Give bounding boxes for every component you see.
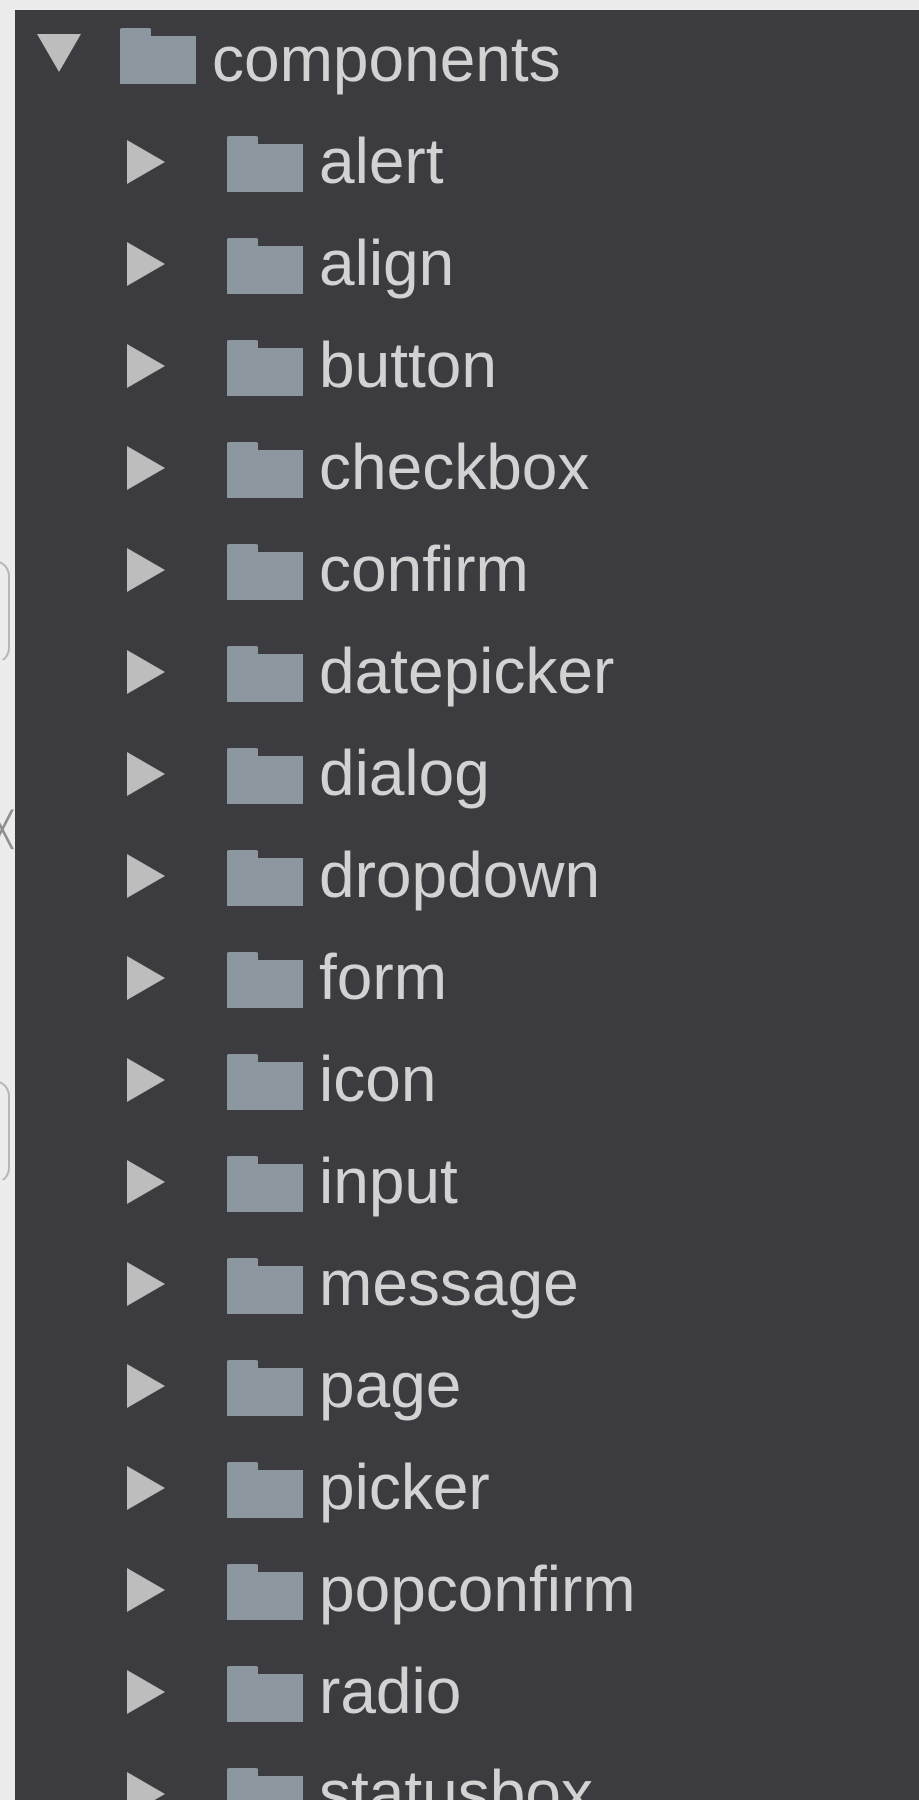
tree-item-label: picker bbox=[319, 1451, 490, 1523]
tree-item-confirm[interactable]: confirm bbox=[15, 520, 919, 622]
folder-icon bbox=[227, 136, 303, 192]
collapse-arrow-right-icon[interactable] bbox=[127, 242, 165, 286]
folder-icon bbox=[227, 544, 303, 600]
expand-arrow-down-icon[interactable] bbox=[37, 34, 81, 72]
left-edge-artifact: ╳ bbox=[0, 805, 15, 905]
collapse-arrow-right-icon[interactable] bbox=[127, 1670, 165, 1714]
tree-item-form[interactable]: form bbox=[15, 928, 919, 1030]
tree-item-dropdown[interactable]: dropdown bbox=[15, 826, 919, 928]
tree-item-button[interactable]: button bbox=[15, 316, 919, 418]
collapse-arrow-right-icon[interactable] bbox=[127, 446, 165, 490]
tree-item-label: dialog bbox=[319, 737, 490, 809]
left-edge-strip: ╳ bbox=[0, 0, 15, 1800]
tree-root-components[interactable]: components bbox=[15, 10, 919, 112]
left-edge-glyph: ╳ bbox=[0, 810, 13, 850]
folder-icon bbox=[227, 1258, 303, 1314]
tree-root-label: components bbox=[212, 23, 561, 95]
file-tree-screenshot: ╳ components alert align button checkbox con… bbox=[0, 0, 919, 1800]
tree-item-dialog[interactable]: dialog bbox=[15, 724, 919, 826]
tree-item-picker[interactable]: picker bbox=[15, 1438, 919, 1540]
folder-icon bbox=[227, 850, 303, 906]
collapse-arrow-right-icon[interactable] bbox=[127, 344, 165, 388]
folder-icon bbox=[227, 238, 303, 294]
project-file-tree: components alert align button checkbox confi… bbox=[15, 10, 919, 1800]
tree-item-label: page bbox=[319, 1349, 462, 1421]
collapse-arrow-right-icon[interactable] bbox=[127, 548, 165, 592]
folder-icon bbox=[227, 646, 303, 702]
left-edge-arc bbox=[0, 560, 10, 660]
tree-item-page[interactable]: page bbox=[15, 1336, 919, 1438]
left-edge-arc bbox=[0, 1080, 10, 1180]
collapse-arrow-right-icon[interactable] bbox=[127, 854, 165, 898]
tree-item-label: datepicker bbox=[319, 635, 615, 707]
tree-item-label: button bbox=[319, 329, 497, 401]
folder-icon bbox=[227, 1666, 303, 1722]
left-edge-artifact bbox=[0, 560, 15, 660]
tree-item-statusbox[interactable]: statusbox bbox=[15, 1744, 919, 1800]
collapse-arrow-right-icon[interactable] bbox=[127, 752, 165, 796]
tree-item-radio[interactable]: radio bbox=[15, 1642, 919, 1744]
tree-item-label: align bbox=[319, 227, 455, 299]
collapse-arrow-right-icon[interactable] bbox=[127, 1772, 165, 1800]
tree-item-label: alert bbox=[319, 125, 444, 197]
tree-item-label: icon bbox=[319, 1043, 437, 1115]
collapse-arrow-right-icon[interactable] bbox=[127, 956, 165, 1000]
tree-item-label: popconfirm bbox=[319, 1553, 636, 1625]
folder-icon bbox=[227, 952, 303, 1008]
tree-item-icon[interactable]: icon bbox=[15, 1030, 919, 1132]
tree-item-label: statusbox bbox=[319, 1757, 593, 1800]
collapse-arrow-right-icon[interactable] bbox=[127, 650, 165, 694]
folder-icon bbox=[227, 748, 303, 804]
collapse-arrow-right-icon[interactable] bbox=[127, 1262, 165, 1306]
tree-item-label: dropdown bbox=[319, 839, 601, 911]
tree-item-input[interactable]: input bbox=[15, 1132, 919, 1234]
tree-item-align[interactable]: align bbox=[15, 214, 919, 316]
tree-item-message[interactable]: message bbox=[15, 1234, 919, 1336]
collapse-arrow-right-icon[interactable] bbox=[127, 1364, 165, 1408]
tree-item-label: radio bbox=[319, 1655, 462, 1727]
folder-icon bbox=[227, 1768, 303, 1800]
folder-icon bbox=[227, 1564, 303, 1620]
tree-item-popconfirm[interactable]: popconfirm bbox=[15, 1540, 919, 1642]
collapse-arrow-right-icon[interactable] bbox=[127, 1058, 165, 1102]
tree-item-label: confirm bbox=[319, 533, 529, 605]
collapse-arrow-right-icon[interactable] bbox=[127, 140, 165, 184]
folder-icon bbox=[227, 1156, 303, 1212]
folder-icon bbox=[227, 1462, 303, 1518]
collapse-arrow-right-icon[interactable] bbox=[127, 1160, 165, 1204]
folder-icon bbox=[120, 28, 196, 84]
tree-item-checkbox[interactable]: checkbox bbox=[15, 418, 919, 520]
folder-icon bbox=[227, 340, 303, 396]
folder-icon bbox=[227, 442, 303, 498]
tree-item-label: message bbox=[319, 1247, 579, 1319]
tree-item-label: form bbox=[319, 941, 447, 1013]
tree-item-label: checkbox bbox=[319, 431, 590, 503]
folder-icon bbox=[227, 1054, 303, 1110]
tree-item-datepicker[interactable]: datepicker bbox=[15, 622, 919, 724]
left-edge-artifact bbox=[0, 1080, 15, 1180]
tree-item-label: input bbox=[319, 1145, 458, 1217]
folder-icon bbox=[227, 1360, 303, 1416]
collapse-arrow-right-icon[interactable] bbox=[127, 1568, 165, 1612]
tree-item-alert[interactable]: alert bbox=[15, 112, 919, 214]
collapse-arrow-right-icon[interactable] bbox=[127, 1466, 165, 1510]
